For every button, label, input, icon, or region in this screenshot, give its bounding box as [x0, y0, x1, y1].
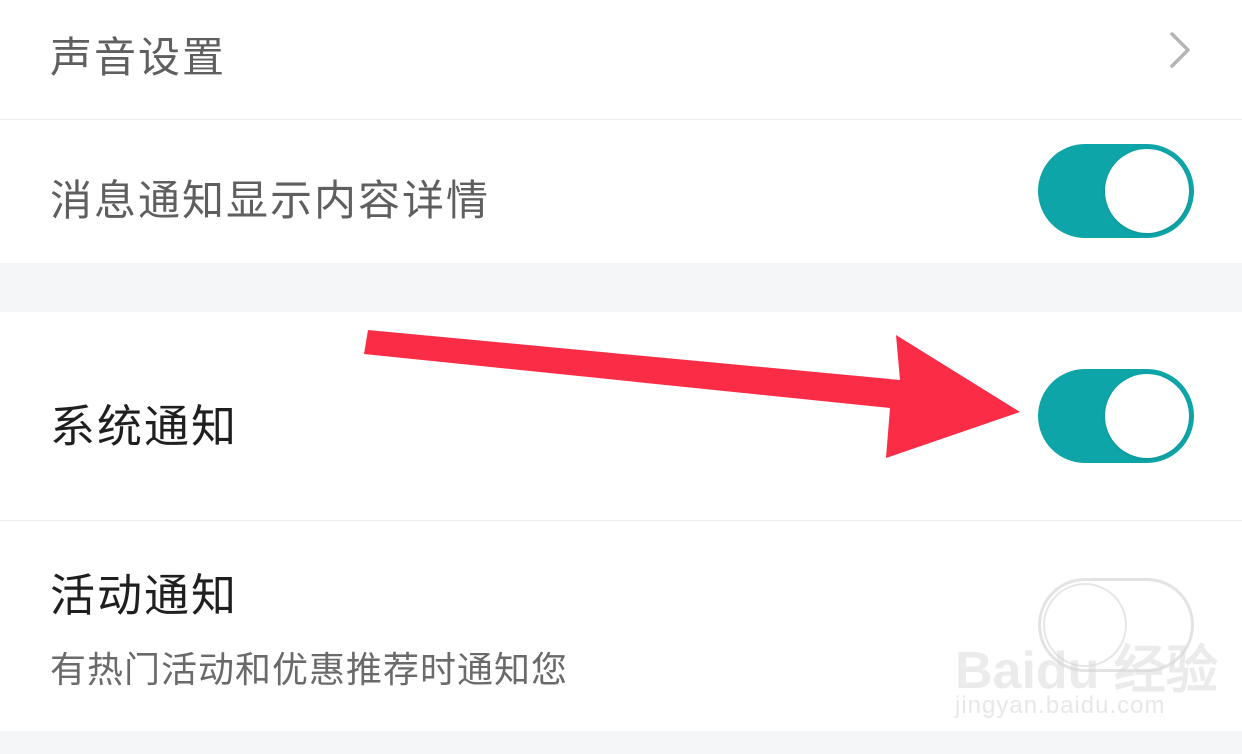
system-notify-toggle[interactable] — [1038, 369, 1194, 463]
activity-notify-label: 活动通知 — [50, 569, 239, 622]
red-arrow-icon — [364, 330, 1020, 458]
toggle-knob — [1105, 374, 1189, 458]
message-detail-label: 消息通知显示内容详情 — [50, 176, 491, 225]
system-notify-label: 系统通知 — [50, 400, 239, 453]
sound-settings-label: 声音设置 — [50, 33, 227, 82]
baidu-watermark-logo: Baidu 经验 jingyan.baidu.com — [955, 620, 1218, 730]
watermark-url-text: jingyan.baidu.com — [955, 692, 1166, 719]
message-detail-toggle[interactable] — [1038, 144, 1194, 238]
activity-notify-description: 有热门活动和优惠推荐时通知您 — [50, 650, 569, 691]
settings-row-message-detail: 消息通知显示内容详情 — [0, 120, 1242, 263]
toggle-knob — [1105, 149, 1189, 233]
settings-row-sound[interactable]: 声音设置 — [0, 0, 1242, 119]
chevron-right-icon — [1170, 32, 1190, 68]
